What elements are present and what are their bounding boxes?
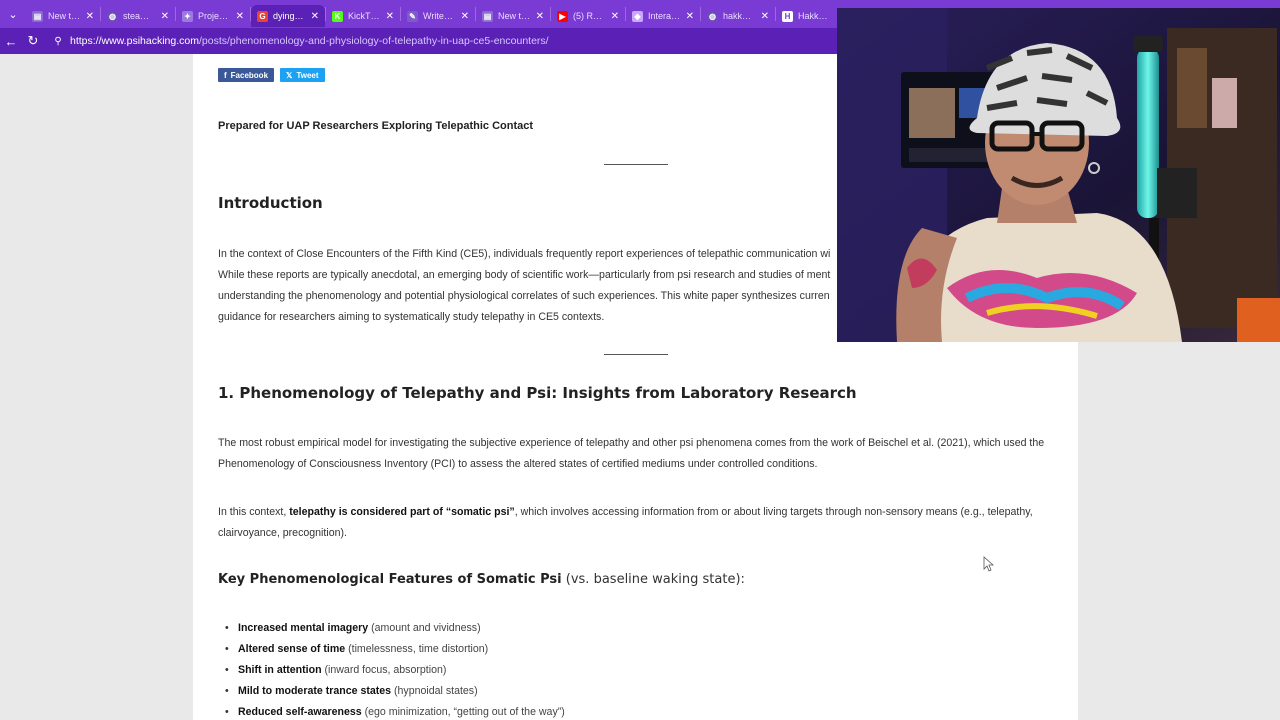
close-icon[interactable]: ✕ [686, 11, 694, 22]
url-host: https://www.psihacking.com [70, 35, 199, 47]
doc-icon: ▤ [482, 10, 493, 22]
context-suffix: , which involves accessing information f… [514, 506, 1033, 518]
doc-icon: ▤ [32, 10, 43, 22]
tab-4[interactable]: Gdying light... ✕ [251, 5, 325, 27]
tab-7[interactable]: ▤ New tab ✕ [476, 5, 550, 27]
webcam-overlay [837, 8, 1280, 342]
paragraph-line: In this context, telepathy is considered… [218, 502, 1063, 523]
paragraph-line: guidance for researchers aiming to syste… [218, 311, 605, 323]
tab-title: Project Zer... [198, 11, 231, 21]
close-icon[interactable]: ✕ [611, 11, 619, 22]
list-item: Mild to moderate trance states (hypnoida… [218, 681, 565, 702]
list-item: Altered sense of time (timelessness, tim… [218, 639, 565, 660]
tab-5[interactable]: K KickTheatr... ✕ [326, 5, 400, 27]
tab-title: Interaction... [648, 11, 681, 21]
puzzle-icon: ✦ [182, 10, 193, 22]
tab-title: hakko ai - ... [723, 11, 756, 21]
feature-detail: (ego minimization, “getting out of the w… [361, 706, 565, 718]
tweet-label: Tweet [296, 70, 319, 80]
kick-icon: K [332, 10, 343, 22]
tab-title: dying light... [273, 11, 306, 21]
close-icon[interactable]: ✕ [761, 11, 769, 22]
features-list: Increased mental imagery (amount and viv… [218, 618, 565, 720]
globe-icon: ◍ [107, 10, 118, 22]
tab-title: Writer proj... [423, 11, 456, 21]
reload-icon[interactable]: ↻ [22, 28, 44, 54]
context-emphasis: telepathy is considered part of “somatic… [289, 506, 515, 518]
youtube-icon: ▶ [557, 10, 568, 22]
globe-icon: ◍ [707, 10, 718, 22]
close-icon[interactable]: ✕ [536, 11, 544, 22]
list-item: Reduced self-awareness (ego minimization… [218, 702, 565, 720]
close-icon[interactable]: ✕ [461, 11, 469, 22]
tab-9[interactable]: ◆ Interaction... ✕ [626, 5, 700, 27]
mouse-cursor-icon [983, 556, 995, 572]
google-icon: G [257, 10, 268, 22]
feature-name: Reduced self-awareness [238, 706, 362, 718]
share-buttons: f Facebook 𝕏 Tweet [218, 68, 325, 82]
feature-name: Shift in attention [238, 664, 322, 676]
context-prefix: In this context, [218, 506, 290, 518]
paragraph-line: clairvoyance, precognition). [218, 527, 347, 539]
section-divider [604, 354, 668, 355]
close-icon[interactable]: ✕ [161, 11, 169, 22]
diamond-icon: ◆ [632, 10, 643, 22]
streamer-webcam-image [837, 8, 1280, 342]
address-bar[interactable]: ⚲ https://www.psihacking.com/posts/pheno… [52, 31, 852, 51]
paragraph-line: understanding the phenomenology and pote… [218, 290, 830, 302]
back-arrow-icon[interactable]: ← [0, 28, 22, 54]
facebook-share-button[interactable]: f Facebook [218, 68, 275, 82]
tab-title: (5) ROSS C... [573, 11, 606, 21]
tab-10[interactable]: ◍ hakko ai - ... ✕ [701, 5, 775, 27]
site-settings-icon[interactable]: ⚲ [52, 35, 64, 47]
introduction-heading: Introduction [218, 194, 323, 212]
paragraph-line: Phenomenology of Consciousness Inventory… [218, 458, 818, 470]
tab-title: KickTheatr... [348, 11, 381, 21]
context-paragraph: In this context, telepathy is considered… [218, 502, 1063, 544]
close-icon[interactable]: ✕ [86, 11, 94, 22]
paragraph-line: The most robust empirical model for inve… [218, 437, 1045, 449]
feature-name: Altered sense of time [238, 643, 346, 655]
x-icon: 𝕏 [286, 70, 293, 80]
tab-2[interactable]: ◍ steampow... ✕ [101, 5, 175, 27]
tab-list: ▤New tab✕◍steampow...✕✦Project Zer...✕Gd… [26, 1, 850, 27]
tab-title: HakkoAI - ... [798, 11, 831, 21]
paragraph-line: While these reports are typically anecdo… [218, 269, 831, 281]
key-features-suffix: (vs. baseline waking state): [561, 572, 745, 587]
paragraph-line: In the context of Close Encounters of th… [218, 248, 831, 260]
key-features-heading: Key Phenomenological Features of Somatic… [218, 572, 745, 587]
facebook-icon: f [224, 70, 227, 80]
tweet-button[interactable]: 𝕏 Tweet [280, 68, 325, 82]
list-item: Increased mental imagery (amount and viv… [218, 618, 565, 639]
close-icon[interactable]: ✕ [236, 11, 244, 22]
tab-3[interactable]: ✦ Project Zer... ✕ [176, 5, 250, 27]
pen-icon: ✎ [407, 10, 418, 22]
feature-detail: (inward focus, absorption) [321, 664, 447, 676]
section-1-paragraph: The most robust empirical model for inve… [218, 433, 1063, 475]
close-icon[interactable]: ✕ [386, 11, 394, 22]
feature-name: Mild to moderate trance states [238, 685, 392, 697]
feature-detail: (timelessness, time distortion) [345, 643, 489, 655]
feature-detail: (amount and vividness) [368, 622, 481, 634]
close-icon[interactable]: ✕ [311, 11, 319, 22]
tab-title: New tab [48, 11, 81, 21]
list-item: Shift in attention (inward focus, absorp… [218, 660, 565, 681]
tab-8[interactable]: ▶ (5) ROSS C... ✕ [551, 5, 625, 27]
feature-detail: (hypnoidal states) [391, 685, 478, 697]
facebook-label: Facebook [230, 70, 269, 80]
hakko-icon: H [782, 10, 793, 22]
tab-title: steampow... [123, 11, 156, 21]
tab-6[interactable]: ✎ Writer proj... ✕ [401, 5, 475, 27]
prepared-for-line: Prepared for UAP Researchers Exploring T… [218, 120, 534, 132]
chevron-down-icon[interactable]: ⌄ [0, 0, 26, 28]
introduction-paragraph: In the context of Close Encounters of th… [218, 244, 838, 328]
section-divider [604, 164, 668, 165]
url-path: /posts/phenomenology-and-physiology-of-t… [198, 35, 549, 47]
section-1-heading: 1. Phenomenology of Telepathy and Psi: I… [218, 384, 857, 402]
feature-name: Increased mental imagery [238, 622, 369, 634]
tab-1[interactable]: ▤ New tab ✕ [26, 5, 100, 27]
tab-title: New tab [498, 11, 531, 21]
key-features-title: Key Phenomenological Features of Somatic… [218, 572, 562, 587]
